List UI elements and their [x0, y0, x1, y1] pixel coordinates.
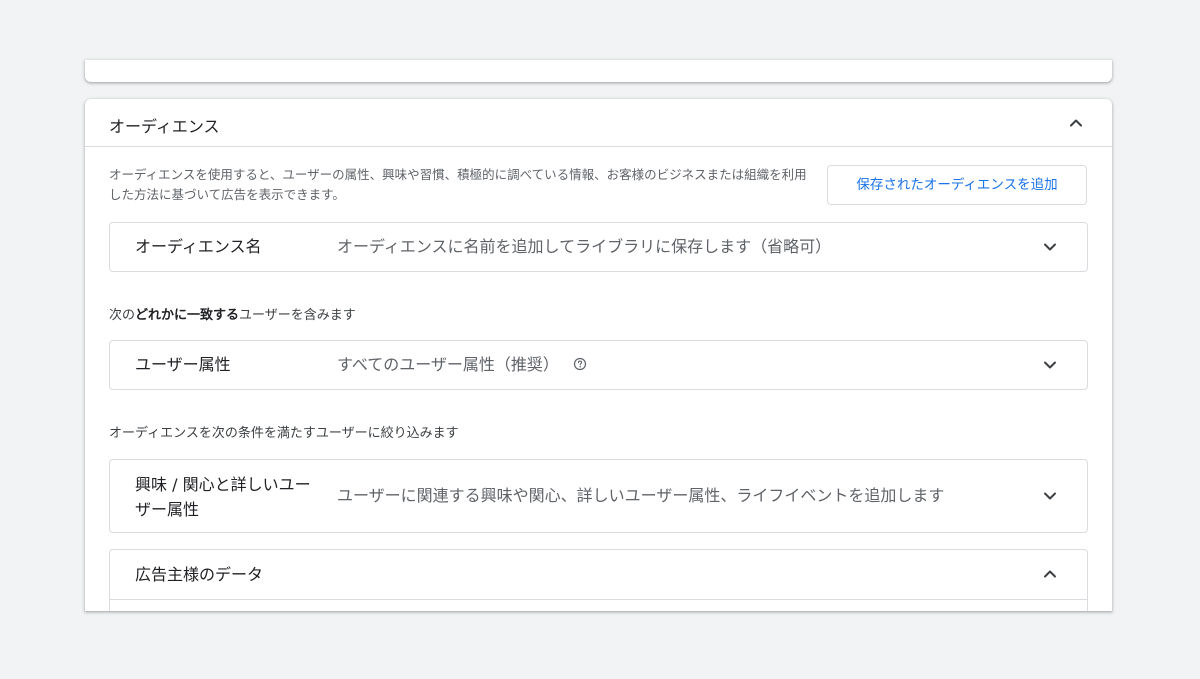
demographics-value-wrap: すべてのユーザー属性（推奨） [337, 353, 587, 376]
chevron-up-icon[interactable] [1064, 111, 1088, 135]
previous-card [85, 60, 1112, 82]
chevron-down-icon[interactable] [1038, 235, 1062, 259]
advertiser-data-header[interactable]: 広告主様のデータ [110, 550, 1087, 599]
demographics-value: すべてのユーザー属性（推奨） [337, 355, 559, 374]
help-circle-icon[interactable] [573, 357, 587, 371]
audience-card-header[interactable]: オーディエンス [85, 99, 1112, 147]
page: オーディエンス オーディエンスを使用すると、ユーザーの属性、興味や習慣、積極的に… [0, 0, 1200, 679]
advertiser-data-panel: 広告主様のデータ [109, 549, 1088, 611]
include-prefix: 次の [109, 308, 136, 323]
include-suffix: ユーザーを含みます [239, 308, 356, 323]
chevron-down-icon[interactable] [1038, 484, 1062, 508]
interests-label: 興味 / 関心と詳しいユーザー属性 [135, 475, 311, 519]
audience-name-panel[interactable]: オーディエンス名 オーディエンスに名前を追加してライブラリに保存します（省略可） [109, 222, 1088, 272]
add-saved-audience-button[interactable]: 保存されたオーディエンスを追加 [827, 165, 1087, 205]
audience-name-value: オーディエンスに名前を追加してライブラリに保存します（省略可） [337, 237, 832, 256]
include-bold: どれかに一致する [135, 308, 240, 323]
chevron-down-icon[interactable] [1038, 353, 1062, 377]
narrow-section-text: オーディエンスを次の条件を満たすユーザーに絞り込みます [109, 426, 459, 441]
interests-panel[interactable]: 興味 / 関心と詳しいユーザー属性 ユーザーに関連する興味や関心、詳しいユーザー… [109, 459, 1088, 533]
card-title: オーディエンス [109, 117, 220, 136]
include-section-text: 次のどれかに一致するユーザーを含みます [109, 304, 356, 323]
demographics-panel[interactable]: ユーザー属性 すべてのユーザー属性（推奨） [109, 340, 1088, 390]
chevron-up-icon[interactable] [1038, 562, 1062, 586]
advertiser-data-divider [110, 599, 1087, 600]
demographics-label: ユーザー属性 [135, 355, 231, 374]
audience-description: オーディエンスを使用すると、ユーザーの属性、興味や習慣、積極的に調べている情報、… [109, 167, 807, 202]
interests-value: ユーザーに関連する興味や関心、詳しいユーザー属性、ライフイベントを追加します [337, 486, 945, 505]
audience-name-label: オーディエンス名 [135, 237, 262, 256]
advertiser-data-label: 広告主様のデータ [135, 565, 264, 584]
audience-card: オーディエンス オーディエンスを使用すると、ユーザーの属性、興味や習慣、積極的に… [85, 99, 1112, 611]
